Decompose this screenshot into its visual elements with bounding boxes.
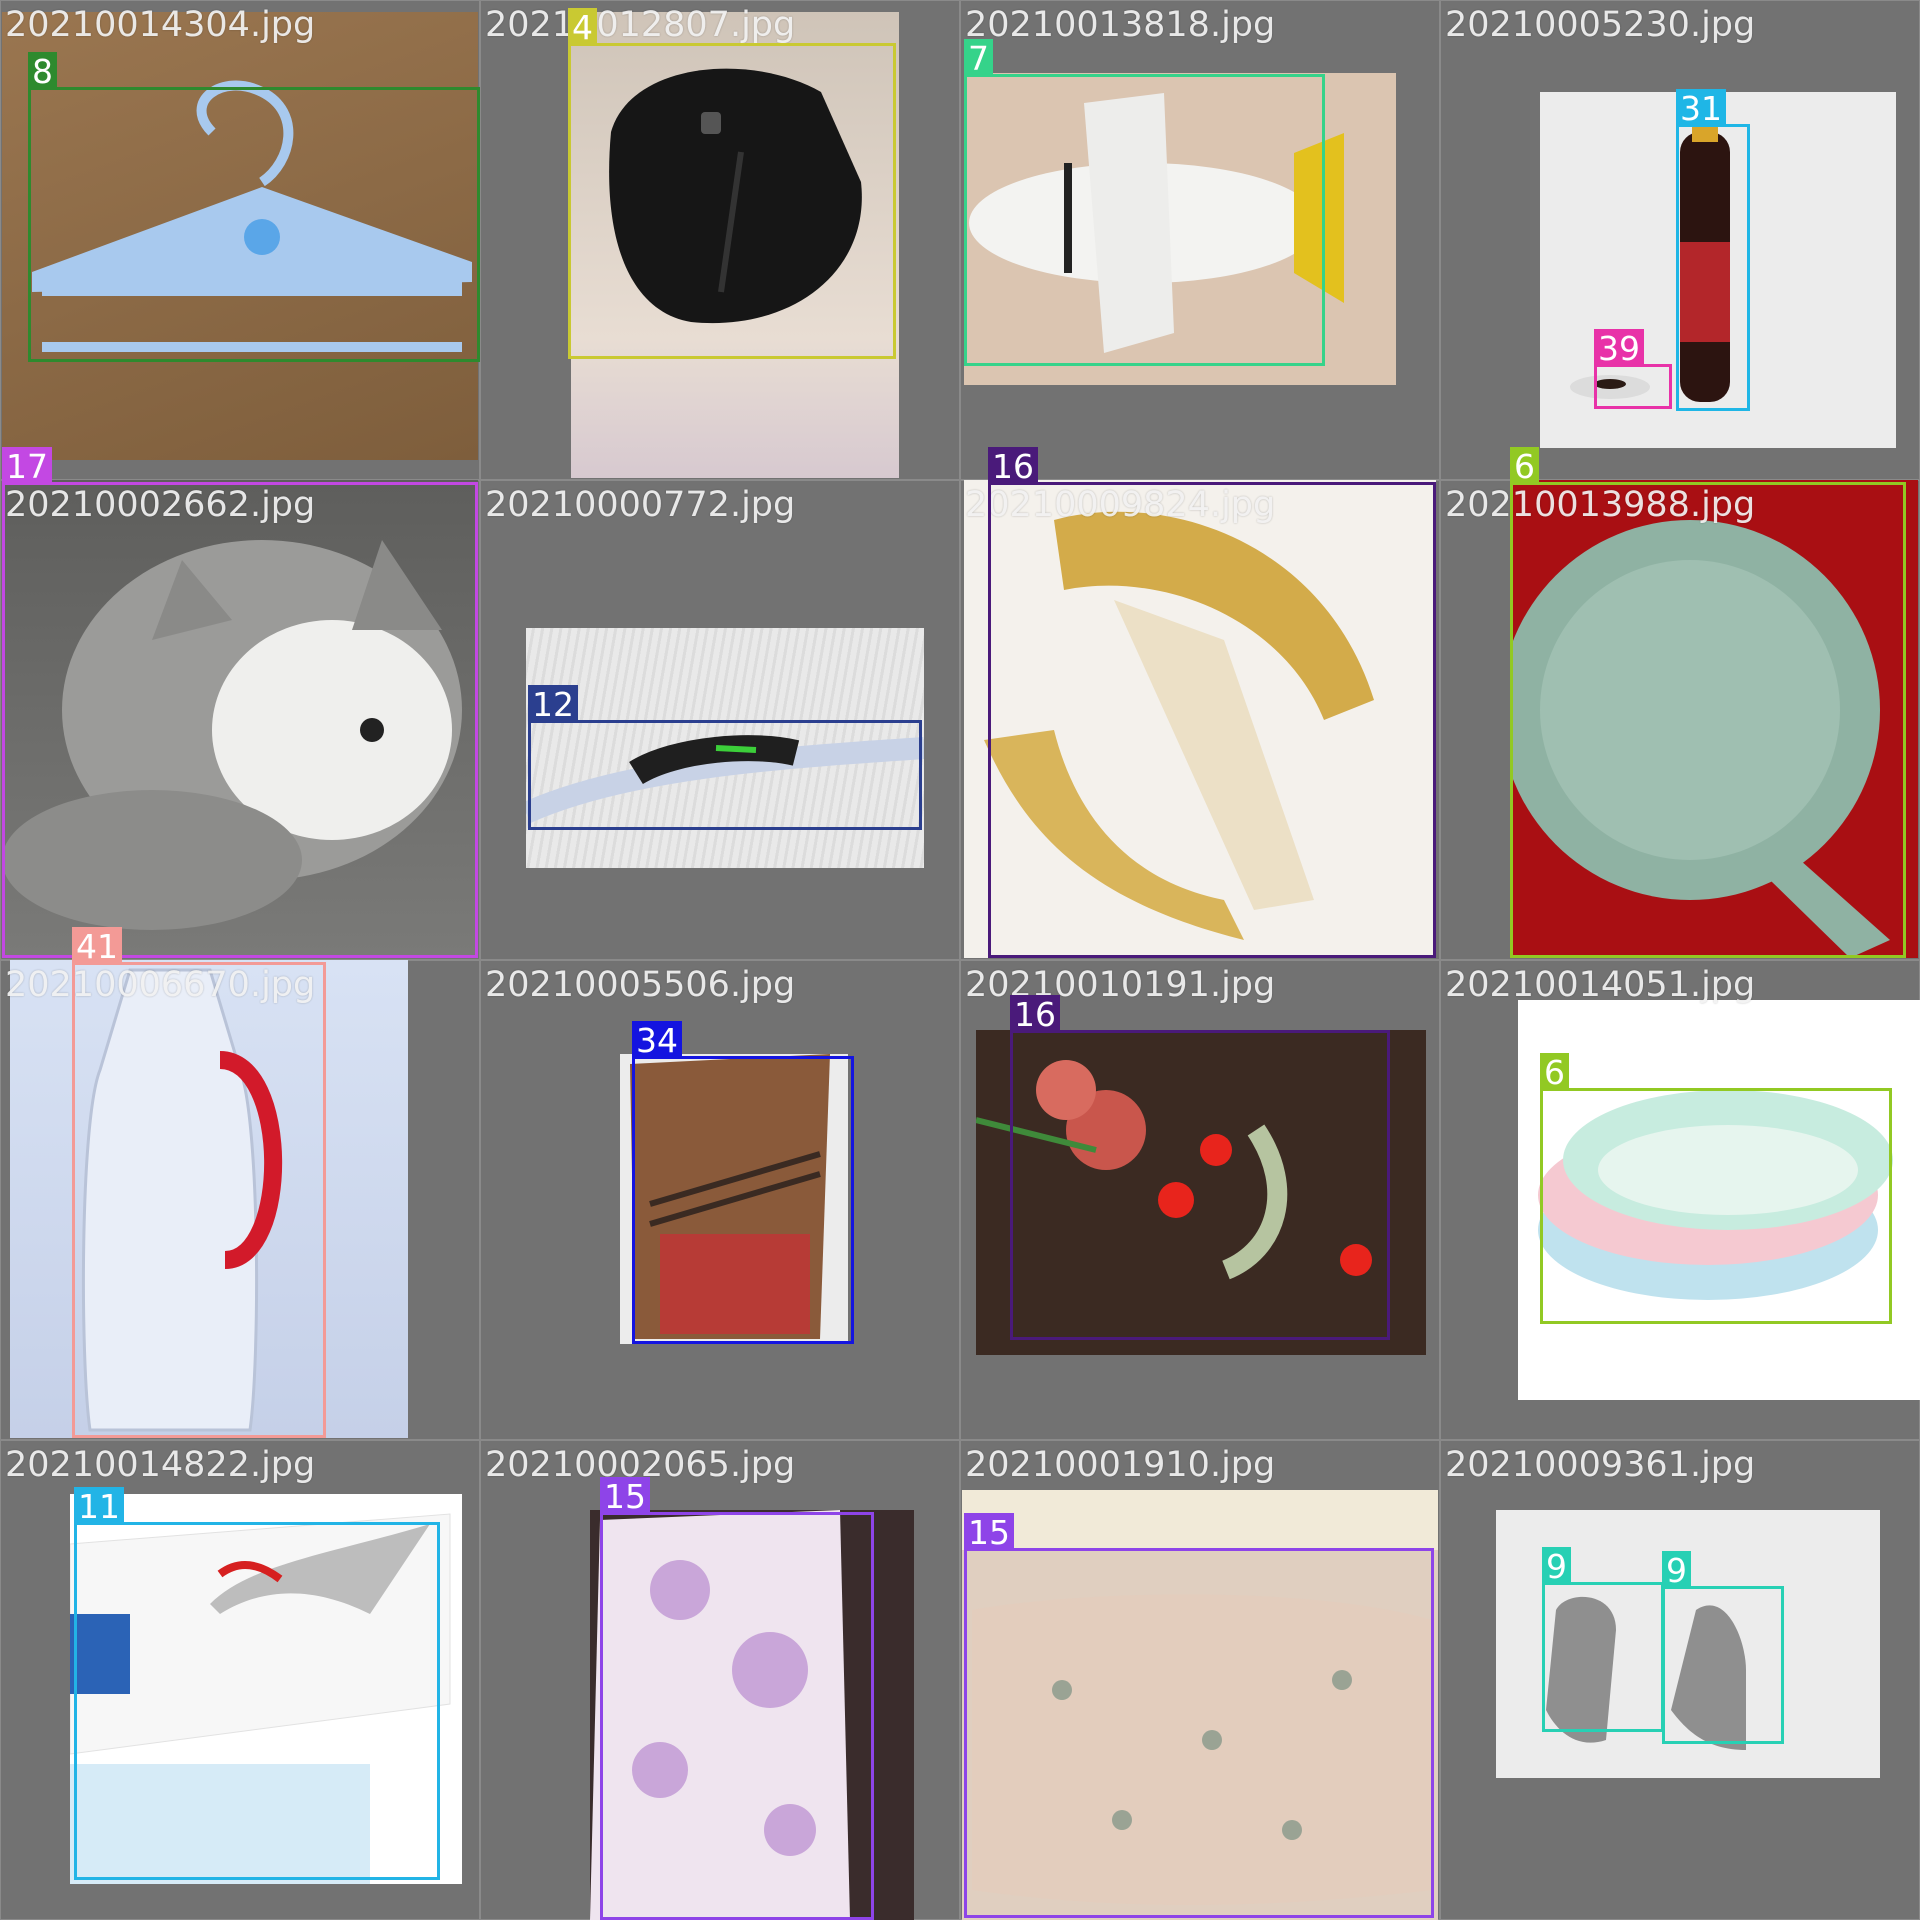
old-pillow-photo <box>962 1490 1438 1920</box>
liquor-bottle-photo <box>620 1054 848 1344</box>
backpack-photo <box>571 12 899 478</box>
bowls-photo <box>1518 1000 1920 1400</box>
filename-label: 20210014051.jpg <box>1445 965 1756 1005</box>
shells-photo <box>1496 1510 1880 1778</box>
bottle-photo <box>1540 92 1896 448</box>
grid-tile[interactable]: 20210005506.jpg 34 <box>480 960 960 1440</box>
grid-tile[interactable]: 20210014304.jpg 8 <box>0 0 480 480</box>
filename-label: 20210005230.jpg <box>1445 5 1756 45</box>
grid-tile[interactable]: 20210002065.jpg 15 <box>480 1440 960 1920</box>
grid-tile[interactable]: 20210009361.jpg 9 9 <box>1440 1440 1920 1920</box>
image-grid: 20210014304.jpg 8 20214012807.jpg 4 2021… <box>0 0 1920 1920</box>
hanger-photo <box>2 12 478 460</box>
pillow-photo <box>590 1510 914 1920</box>
grid-tile[interactable]: 20210014051.jpg 6 <box>1440 960 1920 1440</box>
grid-tile[interactable]: 20210005230.jpg 31 39 <box>1440 0 1920 480</box>
plush-photo <box>2 480 478 958</box>
filename-label: 20214012807.jpg <box>485 5 796 45</box>
filename-label: 20210014304.jpg <box>5 5 316 45</box>
grid-tile[interactable]: 20214012807.jpg 4 <box>480 0 960 480</box>
plastic-bottle-photo <box>10 960 408 1438</box>
filename-label: 20210014822.jpg <box>5 1445 316 1485</box>
grid-tile[interactable]: 20210014822.jpg 11 <box>0 1440 480 1920</box>
airplane-photo <box>964 73 1396 385</box>
filename-label: 20210009361.jpg <box>1445 1445 1756 1485</box>
filename-label: 20210013818.jpg <box>965 5 1276 45</box>
cable-photo <box>526 628 924 868</box>
grid-tile[interactable]: 20210006670.jpg 41 <box>0 927 480 1440</box>
bowl-photo <box>1510 480 1918 958</box>
filename-label: 20210009824.jpg <box>965 485 1276 525</box>
filename-label: 20210010191.jpg <box>965 965 1276 1005</box>
grid-tile[interactable]: 20210002662.jpg 17 <box>0 447 480 960</box>
grid-tile[interactable]: 20210013818.jpg 7 <box>960 0 1440 480</box>
filename-label: 20210000772.jpg <box>485 485 796 525</box>
filename-label: 20210001910.jpg <box>965 1445 1276 1485</box>
grid-tile[interactable]: 20210010191.jpg 16 <box>960 960 1440 1440</box>
grid-tile[interactable]: 20210009824.jpg 16 <box>960 447 1440 960</box>
grid-tile[interactable]: 20210000772.jpg 12 <box>480 480 960 960</box>
food-waste-photo <box>976 1030 1426 1355</box>
filename-label: 20210002662.jpg <box>5 485 316 525</box>
filename-label: 20210002065.jpg <box>485 1445 796 1485</box>
filename-label: 20210005506.jpg <box>485 965 796 1005</box>
filename-label: 20210006670.jpg <box>5 965 316 1005</box>
grid-tile[interactable]: 20210013988.jpg 6 <box>1440 447 1920 960</box>
envelope-photo <box>70 1494 462 1884</box>
grid-tile[interactable]: 20210001910.jpg 15 <box>960 1440 1440 1920</box>
filename-label: 20210013988.jpg <box>1445 485 1756 525</box>
banana-peel-photo <box>964 480 1436 958</box>
